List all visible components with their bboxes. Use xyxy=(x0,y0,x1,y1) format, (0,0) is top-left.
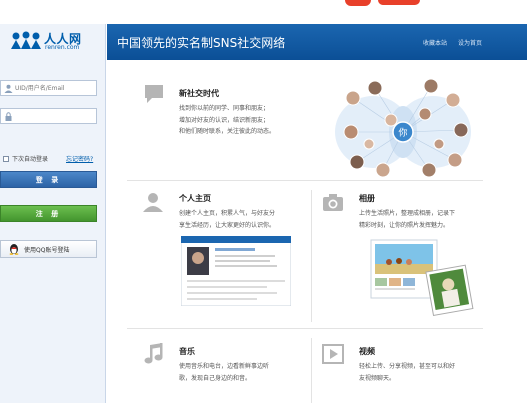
album-title: 相册 xyxy=(359,194,375,203)
music-note-icon xyxy=(144,343,163,364)
photo-album-preview xyxy=(370,239,474,317)
video-desc-line: 轻松上传、分享视频，甚至可以和好 xyxy=(359,363,456,370)
video-play-icon xyxy=(322,344,344,364)
social-desc-line: 找到你以前的同学、同事和朋友； xyxy=(179,105,270,112)
bookmark-link[interactable]: 收藏本站 xyxy=(423,38,447,47)
video-desc-line: 友视频聊天。 xyxy=(359,375,396,382)
username-input[interactable] xyxy=(15,82,95,94)
camera-icon xyxy=(323,194,343,211)
logo-url: renren.com xyxy=(45,44,80,51)
remember-checkbox[interactable] xyxy=(3,155,9,162)
top-strip xyxy=(0,0,527,24)
album-desc-line: 精彩时刻，让你的照片发挥魅力。 xyxy=(359,222,450,229)
password-input[interactable] xyxy=(15,110,95,122)
social-desc-line: 和他们随时联系，关注彼此的动态。 xyxy=(179,128,276,135)
music-desc-line: 使用音乐和电台，边看新鲜事边听 xyxy=(179,363,270,370)
feature-list: 新社交时代 找到你以前的同学、同事和朋友； 增加对好友的认识，结识新朋友； 和他… xyxy=(107,60,527,403)
register-button[interactable]: 注 册 xyxy=(0,205,97,222)
video-title: 视频 xyxy=(359,347,375,356)
remember-label: 下次自动登录 xyxy=(12,156,49,163)
banner-fragment xyxy=(345,0,371,6)
login-button[interactable]: 登 录 xyxy=(0,171,97,188)
page-title: 中国领先的实名制SNS社交网络 xyxy=(117,36,286,50)
forgot-password-link[interactable]: 忘记密码? xyxy=(66,154,93,163)
column-divider xyxy=(311,190,312,322)
remember-me[interactable]: 下次自动登录 xyxy=(3,154,48,163)
profile-desc-line: 创建个人主页，积累人气，与好友分 xyxy=(179,210,276,217)
page-header: 中国领先的实名制SNS社交网络 收藏本站 设为首页 xyxy=(107,24,527,60)
lock-icon xyxy=(5,112,12,121)
qq-login-label: 使用QQ账号登陆 xyxy=(24,246,70,254)
profile-desc-line: 享生活经历，让大家更好的认识你。 xyxy=(179,222,276,229)
profile-page-screenshot xyxy=(181,236,291,306)
password-field[interactable] xyxy=(0,108,97,124)
set-homepage-link[interactable]: 设为首页 xyxy=(458,38,482,47)
music-title: 音乐 xyxy=(179,347,195,356)
social-title: 新社交时代 xyxy=(179,89,219,98)
album-desc-line: 上传生活照片，整理成相册，记录下 xyxy=(359,210,456,217)
user-icon xyxy=(4,84,13,93)
login-sidebar: 人人网 renren.com 下次自动登录 忘记密码? 登 录 注 册 使用QQ… xyxy=(0,24,106,403)
social-desc-line: 增加对好友的认识，结识新朋友； xyxy=(179,117,270,124)
you-label: 你 xyxy=(398,127,407,139)
person-icon xyxy=(143,193,163,212)
renren-logo-icon xyxy=(11,31,41,49)
profile-title: 个人主页 xyxy=(179,194,211,203)
section-divider xyxy=(127,180,483,181)
chat-bubble-icon xyxy=(145,85,163,103)
qq-login-button[interactable]: 使用QQ账号登陆 xyxy=(0,240,97,258)
banner-fragment xyxy=(378,0,420,5)
column-divider xyxy=(311,338,312,403)
username-field[interactable] xyxy=(0,80,97,96)
music-desc-line: 歌，发现自己身边的和音。 xyxy=(179,375,252,382)
qq-penguin-icon xyxy=(9,244,19,255)
renren-logo[interactable]: 人人网 renren.com xyxy=(10,30,100,52)
friend-network-illustration: 你 xyxy=(335,78,471,178)
section-divider xyxy=(127,328,483,329)
